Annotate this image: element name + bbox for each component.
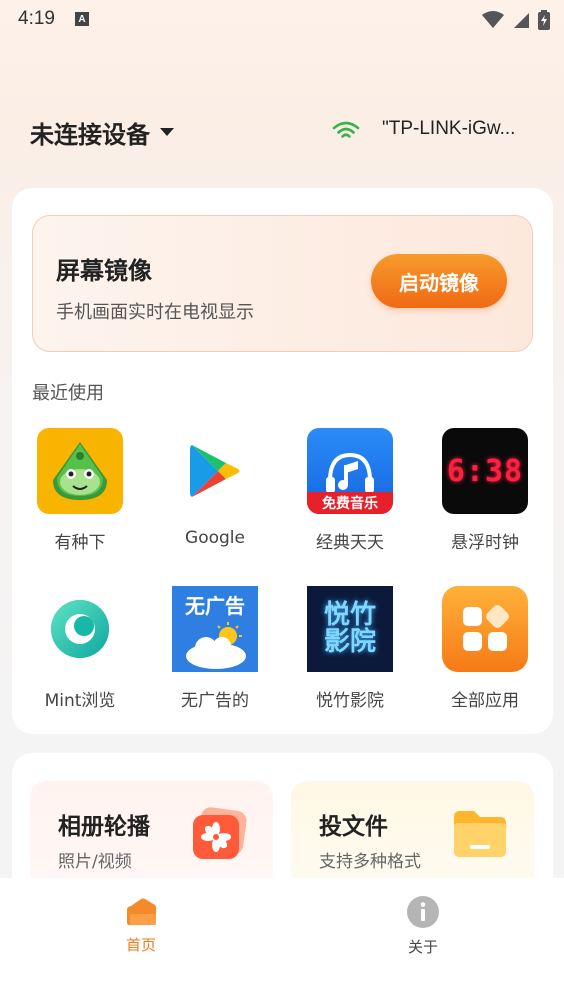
- app-item[interactable]: 有种下: [5, 428, 135, 568]
- battery-icon: [538, 10, 550, 30]
- wifi-name[interactable]: "TP-LINK-iGw...: [382, 118, 532, 140]
- home-icon: [127, 898, 156, 925]
- feature-subtitle: 照片/视频: [58, 852, 132, 872]
- mirror-title: 屏幕镜像: [56, 257, 152, 285]
- app-item[interactable]: 无广告 无广告的: [140, 586, 270, 726]
- app-label: 悬浮时钟: [451, 533, 519, 553]
- status-time: 4:19: [18, 8, 55, 29]
- app-item[interactable]: 免费音乐 经典天天: [275, 428, 405, 568]
- weather-icon: 无广告: [172, 586, 258, 672]
- device-status-text[interactable]: 未连接设备: [30, 115, 150, 150]
- folder-icon: [454, 811, 507, 857]
- app-item[interactable]: 6:38 悬浮时钟: [410, 428, 540, 568]
- nav-label-about: 关于: [407, 938, 438, 956]
- app-item[interactable]: 全部应用: [410, 586, 540, 726]
- app-label: 全部应用: [451, 691, 519, 711]
- app-label: 无广告的: [181, 691, 249, 711]
- feature-title: 投文件: [319, 814, 388, 840]
- clock-icon: 6:38: [442, 428, 528, 514]
- start-mirror-button[interactable]: 启动镜像: [371, 254, 507, 308]
- app-label: 有种下: [54, 533, 106, 553]
- photo-carousel-card[interactable]: 相册轮播 照片/视频: [30, 781, 273, 891]
- nav-item-home[interactable]: 首页: [101, 896, 181, 966]
- app-item[interactable]: Mint浏览: [5, 586, 135, 726]
- no-ads-banner: 无广告: [185, 594, 245, 618]
- cinema-icon: 悦竹 影院: [307, 586, 393, 672]
- app-label: 经典天天: [316, 533, 384, 553]
- app-item[interactable]: Google: [140, 428, 270, 568]
- wifi-signal-icon: [482, 11, 504, 28]
- recent-label: 最近使用: [32, 383, 104, 404]
- google-play-icon: [172, 428, 258, 514]
- nav-label-home: 首页: [125, 936, 156, 954]
- mirror-subtitle: 手机画面实时在电视显示: [56, 302, 254, 323]
- app-label: 悦竹影院: [316, 691, 384, 711]
- cast-file-card[interactable]: 投文件 支持多种格式: [291, 781, 534, 891]
- feature-title: 相册轮播: [58, 814, 150, 840]
- gallery-icon: [193, 807, 247, 859]
- screen-mirror-card[interactable]: 屏幕镜像 手机画面实时在电视显示 启动镜像: [32, 215, 533, 352]
- frog-icon: [37, 428, 123, 514]
- app-label: Google: [185, 528, 245, 548]
- bottom-navigation: 首页 关于: [0, 878, 564, 1004]
- nav-item-about[interactable]: 关于: [383, 896, 463, 966]
- all-apps-icon: [442, 586, 528, 672]
- free-music-badge: 免费音乐: [307, 492, 393, 514]
- app-item[interactable]: 悦竹 影院 悦竹影院: [275, 586, 405, 726]
- app-label: Mint浏览: [44, 691, 116, 711]
- chevron-down-icon[interactable]: [160, 128, 174, 136]
- cinema-line-2: 影院: [323, 627, 376, 657]
- cell-signal-icon: [514, 13, 529, 28]
- feature-subtitle: 支持多种格式: [319, 852, 421, 872]
- info-icon: [407, 896, 439, 928]
- main-card: 屏幕镜像 手机画面实时在电视显示 启动镜像 最近使用 有种下 Google 免费…: [12, 188, 553, 734]
- device-selector-row: 未连接设备 "TP-LINK-iGw...: [30, 112, 534, 152]
- status-bar: 4:19 A: [0, 0, 564, 38]
- clock-digits: 6:38: [446, 453, 524, 489]
- music-icon: 免费音乐: [307, 428, 393, 514]
- cinema-line-1: 悦竹: [323, 599, 376, 630]
- mint-browser-icon: [37, 586, 123, 672]
- a-indicator-icon: A: [74, 12, 89, 26]
- wifi-icon: [332, 121, 360, 138]
